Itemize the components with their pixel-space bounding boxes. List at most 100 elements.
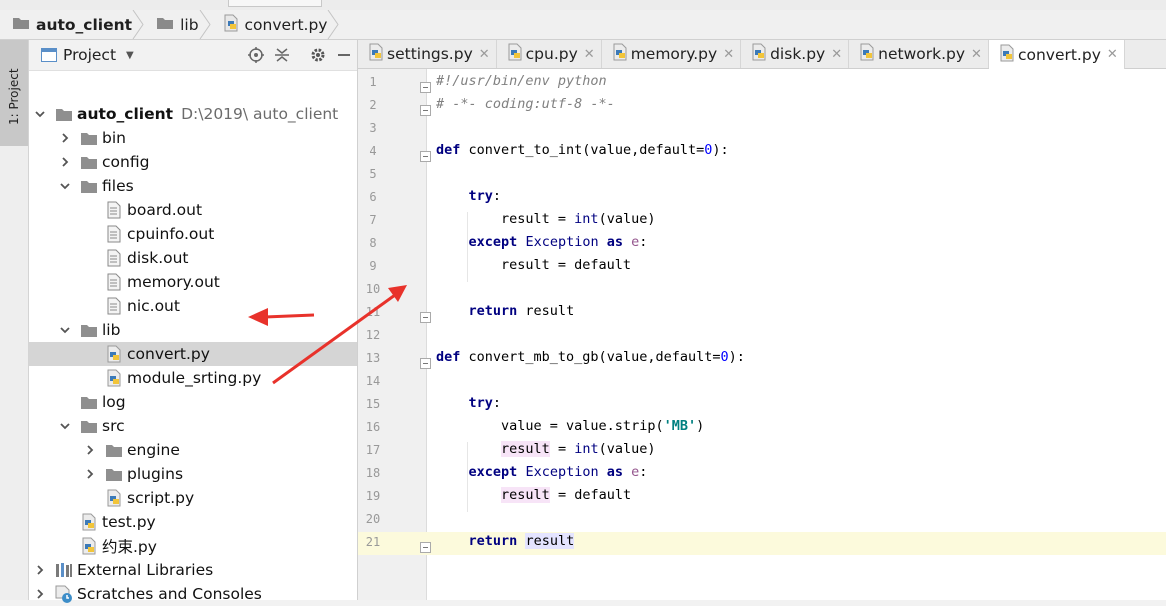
chevron-right-icon[interactable] — [58, 132, 72, 144]
line-number: 14 — [365, 374, 381, 388]
chevron-down-icon[interactable]: ▼ — [126, 50, 134, 61]
toolbar-button[interactable] — [228, 0, 322, 7]
tree-item-label: script.py — [127, 489, 195, 507]
chevron-right-icon — [132, 10, 144, 39]
folder-icon — [105, 465, 123, 483]
tree-item[interactable]: convert.py — [29, 342, 357, 366]
line-number: 8 — [369, 236, 377, 250]
editor-tab[interactable]: disk.py ✕ — [741, 40, 850, 68]
breadcrumb-item-file[interactable]: convert.py — [211, 10, 340, 39]
tab-label: cpu.py — [525, 45, 578, 63]
tab-label: settings.py — [387, 45, 473, 63]
tree-item-label: module_srting.py — [127, 369, 262, 387]
tree-item[interactable]: auto_client D:\2019\ auto_client — [29, 102, 357, 126]
gear-icon[interactable] — [305, 47, 331, 63]
tree-item[interactable]: config — [29, 150, 357, 174]
fold-marker-icon[interactable] — [420, 147, 431, 162]
line-number: 18 — [365, 466, 381, 480]
close-icon[interactable]: ✕ — [1107, 47, 1118, 62]
tree-item[interactable]: test.py — [29, 510, 357, 534]
python-file-icon — [859, 43, 875, 65]
tree-item-label: plugins — [127, 465, 184, 483]
chevron-right-icon[interactable] — [58, 156, 72, 168]
close-icon[interactable]: ✕ — [971, 47, 982, 62]
editor-tab[interactable]: convert.py ✕ — [988, 40, 1125, 69]
text-file-icon — [105, 297, 123, 315]
fold-marker-icon[interactable] — [420, 101, 431, 116]
code-line: return result — [468, 533, 575, 549]
tree-item-label: config — [102, 153, 150, 171]
editor-tab[interactable]: network.py ✕ — [849, 40, 989, 68]
tree-item[interactable]: module_srting.py — [29, 366, 357, 390]
line-number: 6 — [369, 190, 377, 204]
tree-item[interactable]: files — [29, 174, 357, 198]
tree-item[interactable]: Scratches and Consoles — [29, 582, 357, 606]
line-number: 3 — [369, 121, 377, 135]
close-icon[interactable]: ✕ — [584, 47, 595, 62]
tree-item[interactable]: src — [29, 414, 357, 438]
chevron-down-icon[interactable] — [58, 420, 72, 432]
chevron-down-icon[interactable] — [33, 108, 47, 120]
code-line: result = int(value) — [501, 441, 656, 457]
tree-item[interactable]: board.out — [29, 198, 357, 222]
python-file-icon — [368, 43, 384, 65]
folder-icon — [105, 441, 123, 459]
scratch-console-icon — [55, 585, 73, 603]
tree-item[interactable]: script.py — [29, 486, 357, 510]
python-file-icon — [507, 43, 523, 65]
code-line: result = default — [436, 257, 632, 273]
editor-tab-bar: settings.py ✕ cpu.py ✕ memory.py ✕ disk.py ✕ net… — [358, 40, 1166, 69]
editor-tab[interactable]: settings.py ✕ — [358, 40, 497, 68]
tree-item[interactable]: log — [29, 390, 357, 414]
project-view-title[interactable]: Project — [63, 46, 116, 64]
chevron-down-icon[interactable] — [58, 180, 72, 192]
tree-item[interactable]: External Libraries — [29, 558, 357, 582]
folder-icon — [80, 153, 98, 171]
tree-item[interactable]: nic.out — [29, 294, 357, 318]
fold-marker-icon[interactable] — [420, 538, 431, 553]
chevron-down-icon[interactable] — [58, 324, 72, 336]
tree-item[interactable]: plugins — [29, 462, 357, 486]
minimize-icon[interactable] — [331, 47, 357, 63]
python-file-icon — [999, 44, 1015, 66]
collapse-icon[interactable] — [269, 47, 295, 63]
tree-item[interactable]: engine — [29, 438, 357, 462]
text-file-icon — [105, 225, 123, 243]
indent-guide — [467, 212, 468, 282]
line-number: 11 — [365, 305, 381, 319]
editor-tab[interactable]: cpu.py ✕ — [497, 40, 602, 68]
chevron-right-icon[interactable] — [33, 588, 47, 600]
code-line: def convert_mb_to_gb(value,default=0): — [436, 349, 745, 365]
close-icon[interactable]: ✕ — [723, 47, 734, 62]
tree-item[interactable]: disk.out — [29, 246, 357, 270]
indent-guide — [467, 442, 468, 512]
library-icon — [55, 561, 73, 579]
line-number: 5 — [369, 167, 377, 181]
tree-item[interactable]: lib — [29, 318, 357, 342]
breadcrumb-item-project[interactable]: auto_client — [0, 10, 144, 39]
fold-marker-icon[interactable] — [420, 78, 431, 93]
line-number: 19 — [365, 489, 381, 503]
close-icon[interactable]: ✕ — [479, 47, 490, 62]
breadcrumb-item-lib[interactable]: lib — [144, 10, 211, 39]
chevron-right-icon[interactable] — [83, 444, 97, 456]
fold-marker-icon[interactable] — [420, 308, 431, 323]
tree-item[interactable]: cpuinfo.out — [29, 222, 357, 246]
editor-tab[interactable]: memory.py ✕ — [602, 40, 742, 68]
code-line: #!/usr/bin/env python — [436, 73, 607, 89]
tree-item[interactable]: memory.out — [29, 270, 357, 294]
fold-marker-icon[interactable] — [420, 354, 431, 369]
breadcrumb-label: lib — [180, 15, 199, 34]
folder-icon — [80, 393, 98, 411]
tree-item-label: log — [102, 393, 126, 411]
tab-label: disk.py — [770, 45, 826, 63]
chevron-right-icon[interactable] — [83, 468, 97, 480]
breadcrumb-label: auto_client — [36, 15, 133, 34]
close-icon[interactable]: ✕ — [831, 47, 842, 62]
tree-item[interactable]: bin — [29, 126, 357, 150]
tree-item-label: bin — [102, 129, 126, 147]
tree-item-label: convert.py — [127, 345, 210, 363]
chevron-right-icon[interactable] — [33, 564, 47, 576]
tree-item[interactable]: 约束.py — [29, 534, 357, 558]
locate-icon[interactable] — [243, 47, 269, 63]
